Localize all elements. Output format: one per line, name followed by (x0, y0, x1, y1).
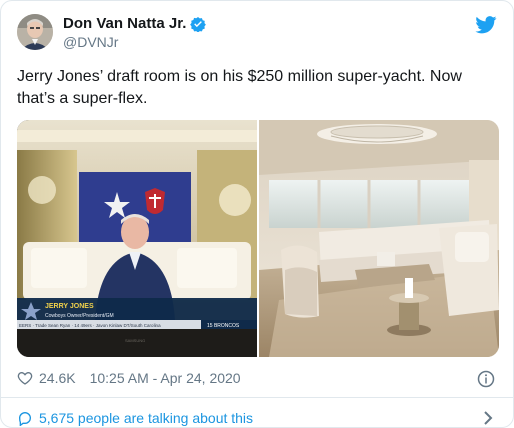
verified-badge-icon (190, 16, 207, 32)
tweet-meta-row: 24.6K 10:25 AM - Apr 24, 2020 (17, 370, 241, 386)
info-icon[interactable] (477, 370, 495, 388)
lower-third-name: JERRY JONES (45, 303, 94, 310)
tweet-card[interactable]: Don Van Natta Jr. @DVNJr Jerry Jones’ dr… (0, 0, 514, 428)
lower-third-title: Cowboys Owner/President/GM (45, 313, 114, 319)
comment-bubble-icon (18, 411, 32, 426)
draft-room-tv-image: JERRY JONES Cowboys Owner/President/GM E… (17, 120, 257, 357)
yacht-lounge-image (259, 120, 499, 357)
avatar-portrait-image (17, 14, 53, 50)
conversation-link[interactable]: 5,675 people are talking about this (17, 410, 253, 426)
tv-brand: SAMSUNG (125, 338, 145, 343)
display-name[interactable]: Don Van Natta Jr. (63, 15, 186, 32)
avatar[interactable] (17, 14, 53, 50)
media-grid[interactable]: JERRY JONES Cowboys Owner/President/GM E… (17, 120, 499, 357)
tweet-text: Jerry Jones’ draft room is on his $250 m… (17, 68, 462, 107)
ticker-team: 15 BRONCOS (207, 323, 240, 329)
media-photo-draft-room[interactable]: JERRY JONES Cowboys Owner/President/GM E… (17, 120, 257, 357)
tweet-timestamp[interactable]: 10:25 AM - Apr 24, 2020 (90, 370, 241, 386)
ticker-text: EERS · Trade Sean Ryan · 14 49ers · Javo… (19, 323, 161, 328)
twitter-bird-icon[interactable] (475, 16, 497, 34)
chevron-right-icon[interactable] (481, 410, 495, 426)
display-name-row[interactable]: Don Van Natta Jr. (63, 15, 207, 32)
conversation-label[interactable]: 5,675 people are talking about this (39, 410, 253, 426)
media-photo-yacht-lounge[interactable] (259, 120, 499, 357)
heart-icon[interactable] (17, 370, 33, 386)
divider (1, 397, 513, 398)
user-handle[interactable]: @DVNJr (63, 34, 118, 50)
like-count[interactable]: 24.6K (39, 370, 76, 386)
